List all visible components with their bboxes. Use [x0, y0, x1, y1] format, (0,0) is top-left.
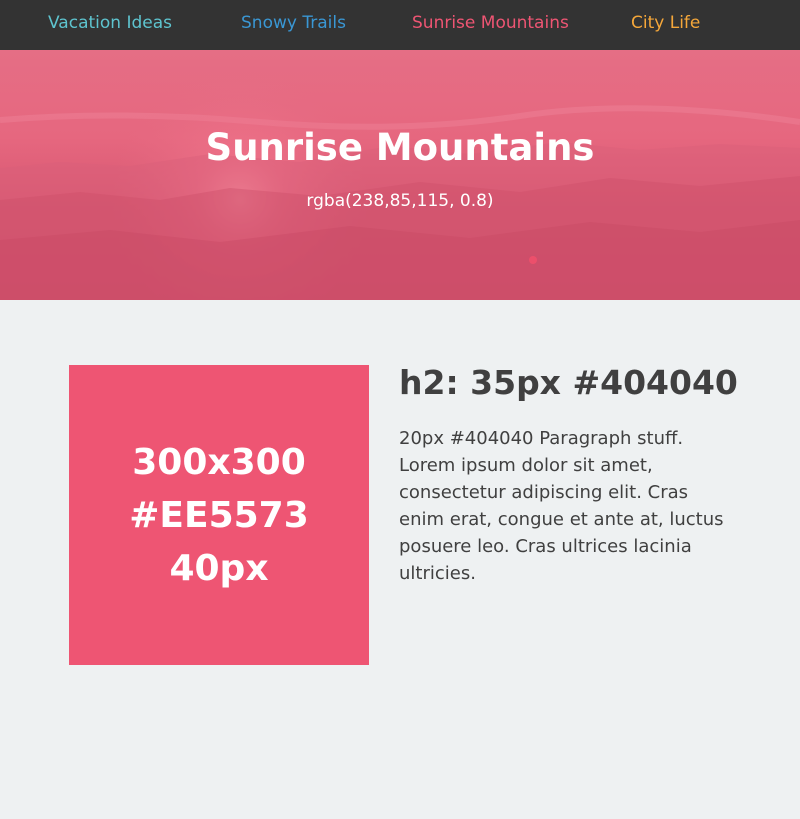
hero-banner: Sunrise Mountains rgba(238,85,115, 0.8)	[0, 50, 800, 300]
nav-sunrise-mountains[interactable]: Sunrise Mountains	[412, 0, 569, 50]
square-label-font-size: 40px	[169, 547, 269, 589]
color-sample-square: 300x300 #EE5573 40px	[69, 365, 369, 665]
section-heading: h2: 35px #404040	[399, 363, 738, 402]
square-label-size: 300x300	[132, 441, 306, 483]
nav-city-life[interactable]: City Life	[631, 0, 700, 50]
body-paragraph: 20px #404040 Paragraph stuff. Lorem ipsu…	[399, 428, 724, 584]
top-nav: Vacation Ideas Snowy Trails Sunrise Moun…	[0, 0, 800, 50]
nav-vacation-ideas[interactable]: Vacation Ideas	[48, 0, 172, 50]
hero-background-image	[0, 70, 800, 300]
hero-title: Sunrise Mountains	[205, 126, 595, 169]
square-label-color: #EE5573	[129, 494, 309, 536]
nav-snowy-trails[interactable]: Snowy Trails	[241, 0, 346, 50]
hero-subtitle: rgba(238,85,115, 0.8)	[306, 191, 494, 211]
